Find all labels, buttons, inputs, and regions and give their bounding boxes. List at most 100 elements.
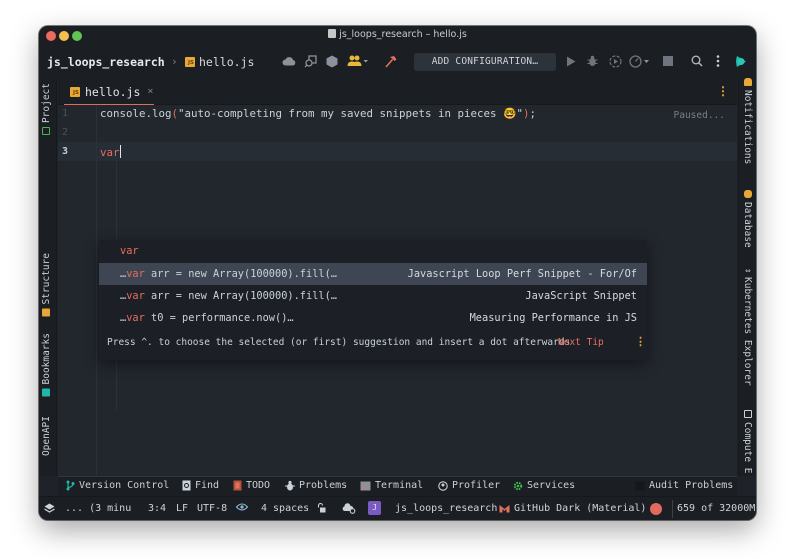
line-number: 1 (61, 108, 68, 119)
breadcrumb-file[interactable]: JS hello.js (185, 55, 254, 69)
tool-tab-project[interactable]: Project (41, 83, 52, 136)
code-line-1: console.log("auto-completing from my sav… (100, 107, 536, 120)
tool-tab-label: Database (742, 202, 753, 248)
record-indicator[interactable] (650, 503, 662, 515)
tool-window-label: Services (527, 480, 576, 491)
project-name[interactable]: js_loops_research (47, 55, 165, 69)
theme-selector[interactable]: GitHub Dark (Material) (499, 503, 646, 514)
tool-tab-label: Kubernetes Explorer (742, 277, 753, 387)
status-divider (672, 500, 673, 518)
indent-setting[interactable]: 4 spaces (261, 503, 309, 514)
theme-label: GitHub Dark (Material) (514, 503, 647, 514)
settings-cloud-icon[interactable] (342, 503, 356, 514)
tab-options-icon[interactable]: ⋮ (717, 84, 729, 98)
cloud-icon[interactable] (282, 54, 296, 68)
tool-window-label: Find (195, 480, 220, 491)
lock-icon[interactable] (317, 503, 326, 513)
tool-tab-notifications[interactable]: Notifications (742, 78, 753, 164)
tool-tab-kubernetes-explorer[interactable]: ⇕ Kubernetes Explorer (742, 268, 753, 386)
material-theme-icon (499, 505, 510, 513)
next-tip-link[interactable]: Next Tip (558, 337, 604, 348)
tool-window-find[interactable]: Find (182, 480, 219, 491)
search-icon[interactable] (691, 54, 703, 68)
tool-tab-openapi[interactable]: OpenAPI (41, 416, 52, 456)
editor-tab-label: hello.js (85, 84, 141, 99)
completion-text: arr = new Array(100000).fill(… (144, 268, 337, 280)
completion-keyword: var (120, 245, 139, 257)
completion-item-selected[interactable]: …var arr = new Array(100000).fill(… Javas… (99, 263, 647, 285)
text-caret (119, 145, 122, 158)
left-tool-stripe: Project Structure Bookmarks OpenAPI (39, 78, 57, 476)
tool-tab-compute[interactable]: Compute E (742, 410, 753, 473)
profile-icon[interactable] (629, 54, 651, 68)
bell-icon (743, 78, 752, 86)
code-token: ; (529, 107, 537, 120)
tool-window-version-control[interactable]: Version Control (66, 480, 169, 491)
tool-tab-bookmarks[interactable]: Bookmarks (41, 333, 52, 397)
line-number: 2 (61, 127, 68, 138)
completion-text: t0 = performance.now()… (144, 312, 294, 324)
editor-tab-hello-js[interactable]: JS hello.js × (64, 78, 154, 106)
more-icon[interactable] (716, 54, 720, 68)
tool-window-services[interactable]: Services (513, 480, 575, 491)
tool-window-bar: Version Control Find TODO Problems Termi… (58, 476, 737, 496)
add-configuration-button[interactable]: ADD CONFIGURATION… (414, 53, 556, 71)
js-file-icon: JS (185, 57, 195, 67)
tool-window-label: TODO (246, 480, 271, 491)
analysis-status: Paused... (673, 110, 725, 121)
tool-window-terminal[interactable]: Terminal (360, 480, 423, 491)
plugin-logo-icon[interactable] (735, 54, 748, 68)
tool-tab-database[interactable]: Database (742, 190, 753, 248)
line-number: 3 (61, 146, 68, 157)
kubernetes-icon: ⇕ (742, 268, 753, 274)
stop-icon[interactable] (663, 54, 673, 68)
tool-window-todo[interactable]: TODO (233, 480, 270, 491)
debug-icon[interactable] (587, 54, 598, 68)
tool-window-label: Problems (299, 480, 348, 491)
file-encoding[interactable]: UTF-8 (197, 503, 227, 514)
completion-keyword: var (126, 290, 145, 302)
tool-window-profiler[interactable]: Profiler (438, 480, 500, 491)
eye-icon[interactable] (236, 503, 248, 511)
project-badge: J (368, 501, 381, 515)
completion-item[interactable]: …var t0 = performance.now()… Measuring Pe… (99, 307, 647, 329)
tool-window-audit-problems[interactable]: Audit Problems (635, 480, 733, 491)
completion-tip: Press ^. to choose the selected (or firs… (107, 337, 571, 348)
tool-window-label: Terminal (375, 480, 424, 491)
status-bar: ... (3 minu 3:4 LF UTF-8 4 spaces J js_l… (39, 496, 756, 520)
caret-position[interactable]: 3:4 (148, 503, 166, 514)
problems-icon (285, 480, 295, 491)
users-icon[interactable] (347, 54, 369, 68)
completion-source: Measuring Performance in JS (469, 312, 637, 324)
project-name-status[interactable]: js_loops_research (395, 503, 497, 514)
code-editor[interactable]: 1 2 3 console.log("auto-completing from … (58, 105, 737, 476)
line-ending[interactable]: LF (176, 503, 188, 514)
memory-indicator[interactable]: 659 of 32000M (677, 503, 755, 514)
layers-icon[interactable] (44, 503, 55, 514)
completion-item[interactable]: var (99, 240, 647, 262)
build-hammer-icon[interactable] (384, 54, 397, 68)
tool-window-problems[interactable]: Problems (285, 480, 347, 491)
run-icon[interactable] (566, 54, 576, 68)
completion-source: Javascript Loop Perf Snippet - For/Of (407, 268, 637, 280)
tip-options-icon[interactable]: ⋮ (635, 335, 646, 348)
completion-text: arr = new Array(100000).fill(… (144, 290, 337, 302)
tool-tab-label: Bookmarks (41, 333, 52, 385)
breadcrumb-separator: › (171, 55, 178, 68)
code-string: "auto-completing from my saved snippets … (178, 107, 523, 120)
audit-icon (635, 480, 645, 491)
tool-window-label: Version Control (79, 480, 170, 491)
close-tab-icon[interactable]: × (147, 86, 153, 97)
search-structure-icon[interactable] (304, 54, 317, 68)
run-with-coverage-icon[interactable] (609, 54, 622, 68)
completion-item[interactable]: …var arr = new Array(100000).fill(… JavaS… (99, 285, 647, 307)
tool-tab-structure[interactable]: Structure (41, 253, 52, 317)
profiler-icon (438, 480, 448, 491)
tool-tab-label: Structure (41, 253, 52, 305)
document-icon (328, 29, 337, 38)
navigation-bar: js_loops_research › JS hello.js ADD CONFI… (39, 46, 756, 78)
code-token: console.log (100, 107, 172, 120)
tool-tab-label: Compute E (742, 422, 753, 474)
hexagon-icon[interactable] (326, 54, 338, 68)
background-task[interactable]: ... (3 minu (65, 503, 131, 514)
